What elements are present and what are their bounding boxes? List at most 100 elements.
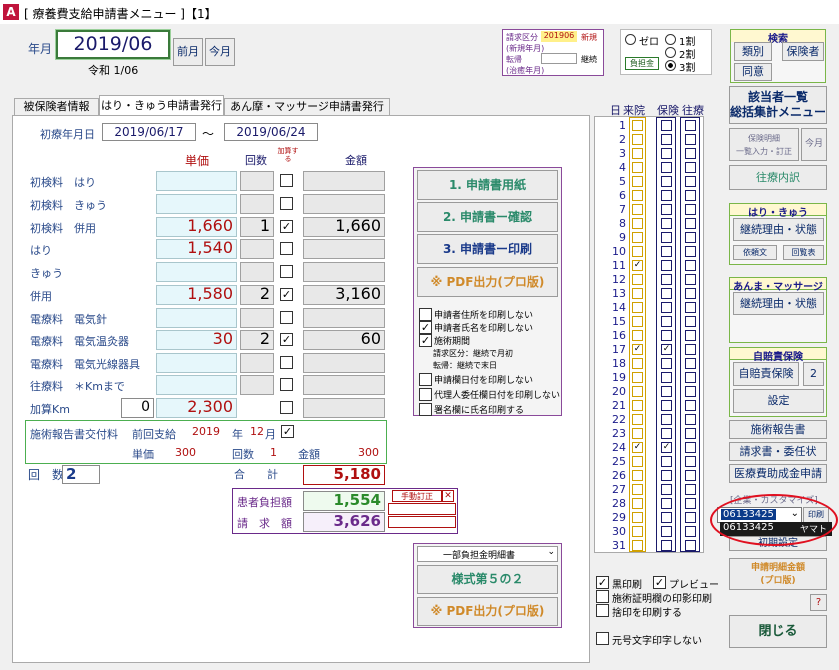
option-checkbox[interactable]	[419, 388, 432, 401]
row-kaisu[interactable]	[240, 308, 274, 328]
cal-hoken-checkbox[interactable]	[661, 302, 672, 313]
option-checkbox[interactable]: ✓	[419, 334, 432, 347]
teisei-close-icon[interactable]: ✕	[442, 490, 454, 502]
cal-visit-checkbox[interactable]	[632, 218, 643, 229]
pdf-button[interactable]: ※ PDF出力(プロ版)	[417, 267, 558, 297]
ourai-button[interactable]: 往療内訳	[729, 165, 827, 190]
cal-visit-checkbox[interactable]	[632, 456, 643, 467]
cal-hoken-checkbox[interactable]	[661, 330, 672, 341]
meisai-pdf-button[interactable]: ※ PDF出力(プロ版)	[417, 597, 558, 626]
cal-hoken-checkbox[interactable]	[661, 456, 672, 467]
row-kasan-checkbox[interactable]	[280, 174, 293, 187]
cal-visit-checkbox[interactable]	[632, 414, 643, 425]
confirm-button[interactable]: 2. 申請書ー確認	[417, 202, 558, 232]
cal-hoken-checkbox[interactable]	[661, 120, 672, 131]
gengo-checkbox[interactable]	[596, 632, 609, 645]
cal-ouryo-checkbox[interactable]	[685, 400, 696, 411]
cal-hoken-checkbox[interactable]	[661, 526, 672, 537]
cal-visit-checkbox[interactable]	[632, 358, 643, 369]
cal-visit-checkbox[interactable]	[632, 512, 643, 523]
print-form-button[interactable]: 1. 申請書用紙	[417, 170, 558, 200]
cal-ouryo-checkbox[interactable]	[685, 120, 696, 131]
cal-hoken-checkbox[interactable]	[661, 484, 672, 495]
row-kasan-checkbox[interactable]	[280, 356, 293, 369]
cal-ouryo-checkbox[interactable]	[685, 330, 696, 341]
iryouhi-button[interactable]: 医療費助成金申請	[729, 464, 827, 483]
cal-hoken-checkbox[interactable]: ✓	[661, 442, 672, 453]
row-kaisu[interactable]	[240, 194, 274, 214]
row-tanka[interactable]: 1,580	[156, 285, 237, 305]
this-month-button[interactable]: 今月	[205, 38, 235, 66]
preview-checkbox[interactable]: ✓	[653, 576, 666, 589]
row-kaisu[interactable]: 2	[240, 330, 274, 350]
cal-visit-checkbox[interactable]	[632, 274, 643, 285]
period-to-input[interactable]: 2019/06/24	[224, 123, 318, 141]
row-kasan-checkbox[interactable]	[280, 197, 293, 210]
cal-hoken-checkbox[interactable]	[661, 470, 672, 481]
doui-button[interactable]: 同意	[734, 63, 772, 81]
cal-ouryo-checkbox[interactable]	[685, 498, 696, 509]
cal-ouryo-checkbox[interactable]	[685, 260, 696, 271]
cal-ouryo-checkbox[interactable]	[685, 190, 696, 201]
cal-ouryo-checkbox[interactable]	[685, 540, 696, 551]
cal-visit-checkbox[interactable]	[632, 316, 643, 327]
cal-hoken-checkbox[interactable]	[661, 162, 672, 173]
report-checkbox[interactable]: ✓	[281, 425, 294, 438]
burden-button[interactable]: 負担金	[625, 57, 659, 70]
cal-visit-checkbox[interactable]	[632, 288, 643, 299]
row-kaisu[interactable]: 2	[240, 285, 274, 305]
seikyu-extra-input[interactable]	[388, 516, 456, 528]
cal-visit-checkbox[interactable]	[632, 134, 643, 145]
cal-hoken-checkbox[interactable]	[661, 498, 672, 509]
cal-visit-checkbox[interactable]	[632, 148, 643, 159]
cal-visit-checkbox[interactable]	[632, 302, 643, 313]
jibai-number[interactable]: 2	[803, 362, 824, 386]
row-tanka[interactable]	[156, 171, 237, 191]
cal-hoken-checkbox[interactable]	[661, 148, 672, 159]
cal-visit-checkbox[interactable]	[632, 386, 643, 397]
cal-ouryo-checkbox[interactable]	[685, 372, 696, 383]
cal-hoken-checkbox[interactable]	[661, 540, 672, 551]
print-button[interactable]: 3. 申請書ー印刷	[417, 234, 558, 264]
cal-visit-checkbox[interactable]	[632, 372, 643, 383]
km-input[interactable]: 0	[121, 398, 154, 418]
cal-ouryo-checkbox[interactable]	[685, 204, 696, 215]
cal-hoken-checkbox[interactable]	[661, 218, 672, 229]
cal-hoken-checkbox[interactable]	[661, 400, 672, 411]
cal-visit-checkbox[interactable]	[632, 190, 643, 201]
cal-ouryo-checkbox[interactable]	[685, 134, 696, 145]
cal-visit-checkbox[interactable]	[632, 400, 643, 411]
cal-ouryo-checkbox[interactable]	[685, 526, 696, 537]
cal-visit-checkbox[interactable]	[632, 498, 643, 509]
row-tanka[interactable]: 1,540	[156, 239, 237, 259]
cal-ouryo-checkbox[interactable]	[685, 428, 696, 439]
row-kaisu[interactable]	[240, 262, 274, 282]
option-checkbox[interactable]	[419, 373, 432, 386]
row-kasan-checkbox[interactable]	[280, 401, 293, 414]
settei-button[interactable]: 設定	[733, 389, 824, 413]
cal-ouryo-checkbox[interactable]	[685, 512, 696, 523]
cal-ouryo-checkbox[interactable]	[685, 302, 696, 313]
option-checkbox[interactable]	[419, 308, 432, 321]
row-tanka[interactable]	[156, 308, 237, 328]
kongetsu-button[interactable]: 今月	[801, 128, 827, 161]
cal-visit-checkbox[interactable]: ✓	[632, 344, 643, 355]
cal-visit-checkbox[interactable]	[632, 176, 643, 187]
help-button[interactable]: ?	[810, 594, 827, 611]
cal-ouryo-checkbox[interactable]	[685, 246, 696, 257]
cal-visit-checkbox[interactable]: ✓	[632, 260, 643, 271]
row-kasan-checkbox[interactable]: ✓	[280, 288, 293, 301]
cal-hoken-checkbox[interactable]	[661, 246, 672, 257]
cal-hoken-checkbox[interactable]	[661, 316, 672, 327]
hokoku-button[interactable]: 施術報告書	[729, 420, 827, 439]
cal-visit-checkbox[interactable]	[632, 526, 643, 537]
cal-ouryo-checkbox[interactable]	[685, 414, 696, 425]
row-tanka[interactable]	[156, 353, 237, 373]
cal-hoken-checkbox[interactable]	[661, 134, 672, 145]
cal-hoken-checkbox[interactable]	[661, 386, 672, 397]
option-checkbox[interactable]	[419, 403, 432, 416]
cal-hoken-checkbox[interactable]	[661, 288, 672, 299]
cal-hoken-checkbox[interactable]	[661, 512, 672, 523]
cal-ouryo-checkbox[interactable]	[685, 456, 696, 467]
shurui-button[interactable]: 類別	[734, 42, 772, 61]
